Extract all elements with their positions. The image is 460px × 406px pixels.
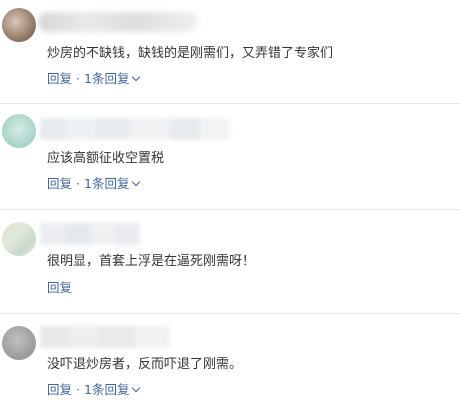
comment-actions: 回复 · 1条回复	[47, 382, 141, 398]
username-blurred[interactable]	[40, 326, 170, 348]
avatar[interactable]	[2, 326, 36, 360]
avatar[interactable]	[2, 8, 36, 42]
comment-actions: 回复 · 1条回复	[47, 71, 141, 87]
comment-item: 应该高额征收空置税 回复 · 1条回复	[0, 104, 460, 208]
reply-button[interactable]: 回复	[47, 176, 72, 192]
separator: ·	[76, 382, 80, 397]
comment-text: 炒房的不缺钱，缺钱的是刚需们，又弄错了专家们	[47, 46, 334, 61]
chevron-down-icon[interactable]	[132, 72, 141, 82]
reply-button[interactable]: 回复	[47, 280, 72, 296]
comment-item: 很明显，首套上浮是在逼死刚需呀！ 回复	[0, 210, 460, 313]
separator: ·	[76, 176, 80, 191]
username-blurred[interactable]	[40, 118, 230, 140]
username-blurred[interactable]	[38, 12, 198, 32]
reply-button[interactable]: 回复	[47, 71, 72, 87]
username-blurred[interactable]	[40, 223, 140, 245]
replies-count-button[interactable]: 1条回复	[84, 176, 129, 192]
comment-actions: 回复	[47, 280, 72, 296]
chevron-down-icon[interactable]	[132, 177, 141, 187]
comment-text: 没吓退炒房者，反而吓退了刚需。	[47, 357, 243, 372]
comment-text: 很明显，首套上浮是在逼死刚需呀！	[47, 254, 256, 269]
comment-text: 应该高额征收空置税	[47, 151, 165, 166]
separator: ·	[76, 71, 80, 86]
avatar[interactable]	[2, 114, 36, 148]
chevron-down-icon[interactable]	[132, 383, 141, 393]
comment-actions: 回复 · 1条回复	[47, 176, 141, 192]
comment-item: 炒房的不缺钱，缺钱的是刚需们，又弄错了专家们 回复 · 1条回复	[0, 0, 460, 100]
replies-count-button[interactable]: 1条回复	[84, 71, 129, 87]
comment-item: 没吓退炒房者，反而吓退了刚需。 回复 · 1条回复	[0, 314, 460, 406]
replies-count-button[interactable]: 1条回复	[84, 382, 129, 398]
reply-button[interactable]: 回复	[47, 382, 72, 398]
avatar[interactable]	[2, 222, 36, 256]
